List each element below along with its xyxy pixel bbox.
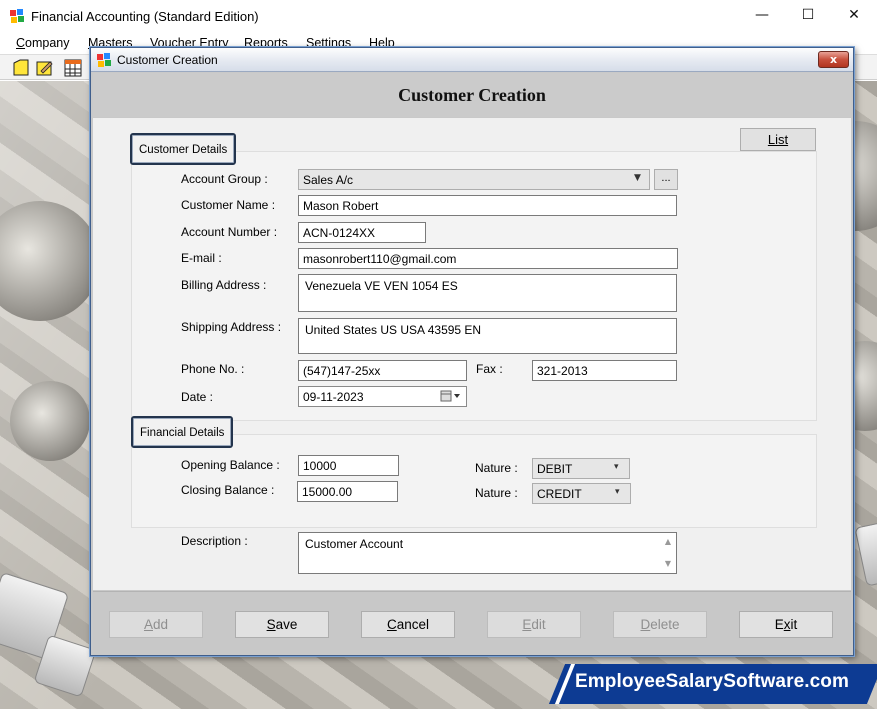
app-title: Financial Accounting (Standard Edition) [31, 8, 259, 24]
chevron-down-icon: ▾ [614, 462, 619, 472]
dialog-title: Customer Creation [117, 52, 218, 67]
nature-debit-select[interactable]: DEBIT ▾ [532, 458, 630, 479]
fax-label: Fax : [476, 362, 503, 376]
calendar-dropdown-icon[interactable] [440, 390, 464, 402]
dialog-close-button[interactable]: x [818, 51, 849, 68]
customer-name-input[interactable]: Mason Robert [298, 195, 677, 216]
nature-debit-label: Nature : [475, 461, 518, 475]
chevron-down-icon: ▾ [615, 487, 620, 497]
close-button[interactable]: ✕ [831, 0, 877, 30]
minimize-button[interactable]: — [739, 0, 785, 30]
shipping-address-label: Shipping Address : [181, 320, 282, 334]
edit-document-icon[interactable] [36, 59, 54, 77]
watermark-banner: EmployeeSalarySoftware.com [545, 662, 877, 706]
nature-debit-value: DEBIT [537, 462, 573, 476]
account-number-input[interactable]: ACN-0124XX [298, 222, 426, 243]
list-button-label: List [767, 132, 789, 147]
date-value: 09-11-2023 [303, 390, 364, 404]
date-picker[interactable]: 09-11-2023 [298, 386, 467, 407]
menu-company[interactable]: Company [16, 36, 70, 50]
dialog-header: Customer Creation [93, 73, 851, 117]
coin-decoration [0, 201, 100, 321]
dialog-titlebar: Customer Creation x [91, 48, 853, 72]
save-button[interactable]: Save [235, 611, 329, 638]
page-title: Customer Creation [398, 84, 546, 105]
customer-details-label: Customer Details [130, 133, 237, 165]
app-logo-icon [9, 8, 25, 24]
opening-balance-input[interactable]: 10000 [298, 455, 399, 476]
date-label: Date : [181, 390, 214, 404]
new-document-icon[interactable] [12, 59, 30, 77]
watermark-text: EmployeeSalarySoftware.com [575, 671, 849, 692]
phone-input[interactable]: (547)147-25xx [298, 360, 467, 381]
maximize-button[interactable]: ☐ [785, 0, 831, 30]
description-input[interactable]: Customer Account ▲ ▼ [298, 532, 677, 574]
closing-balance-input[interactable]: 15000.00 [297, 481, 398, 502]
customer-creation-dialog: Customer Creation x Customer Creation Li… [90, 47, 854, 656]
customer-name-label: Customer Name : [181, 198, 276, 212]
account-group-select[interactable]: Sales A/c ▼ [298, 169, 650, 190]
account-number-label: Account Number : [181, 225, 278, 239]
chevron-down-icon: ▼ [634, 173, 641, 183]
description-label: Description : [181, 534, 248, 548]
app-titlebar: Financial Accounting (Standard Edition) … [0, 0, 877, 32]
exit-button[interactable]: Exit [739, 611, 833, 638]
nature-credit-label: Nature : [475, 486, 518, 500]
phone-label: Phone No. : [181, 362, 245, 376]
coin-decoration [10, 381, 90, 461]
window-controls: — ☐ ✕ [739, 0, 877, 32]
add-button[interactable]: Add [109, 611, 203, 638]
shipping-address-input[interactable]: United States US USA 43595 EN [298, 318, 677, 354]
closing-balance-label: Closing Balance : [181, 483, 275, 497]
nature-credit-select[interactable]: CREDIT ▾ [532, 483, 631, 504]
account-group-value: Sales A/c [303, 173, 354, 187]
keyboard-key-decoration [854, 515, 877, 587]
dialog-footer: Add Save Cancel Edit Delete Exit [93, 591, 851, 655]
opening-balance-label: Opening Balance : [181, 458, 280, 472]
description-value: Customer Account [305, 537, 404, 551]
account-group-browse-button[interactable]: ... [654, 169, 678, 190]
grid-calculator-icon[interactable] [64, 59, 82, 77]
billing-address-label: Billing Address : [181, 278, 267, 292]
scroll-up-icon[interactable]: ▲ [662, 537, 674, 546]
email-label: E-mail : [181, 251, 222, 265]
email-input[interactable]: masonrobert110@gmail.com [298, 248, 678, 269]
delete-button[interactable]: Delete [613, 611, 707, 638]
edit-button[interactable]: Edit [487, 611, 581, 638]
cancel-button[interactable]: Cancel [361, 611, 455, 638]
nature-credit-value: CREDIT [537, 487, 582, 501]
list-button[interactable]: List [740, 128, 816, 151]
scroll-down-icon[interactable]: ▼ [662, 559, 674, 568]
financial-details-panel [131, 434, 817, 528]
financial-details-label: Financial Details [131, 416, 234, 448]
account-group-label: Account Group : [181, 172, 268, 186]
dialog-body: List Customer Details Account Group : Sa… [93, 118, 851, 590]
fax-input[interactable]: 321-2013 [532, 360, 677, 381]
dialog-logo-icon [96, 52, 112, 68]
billing-address-input[interactable]: Venezuela VE VEN 1054 ES [298, 274, 677, 312]
